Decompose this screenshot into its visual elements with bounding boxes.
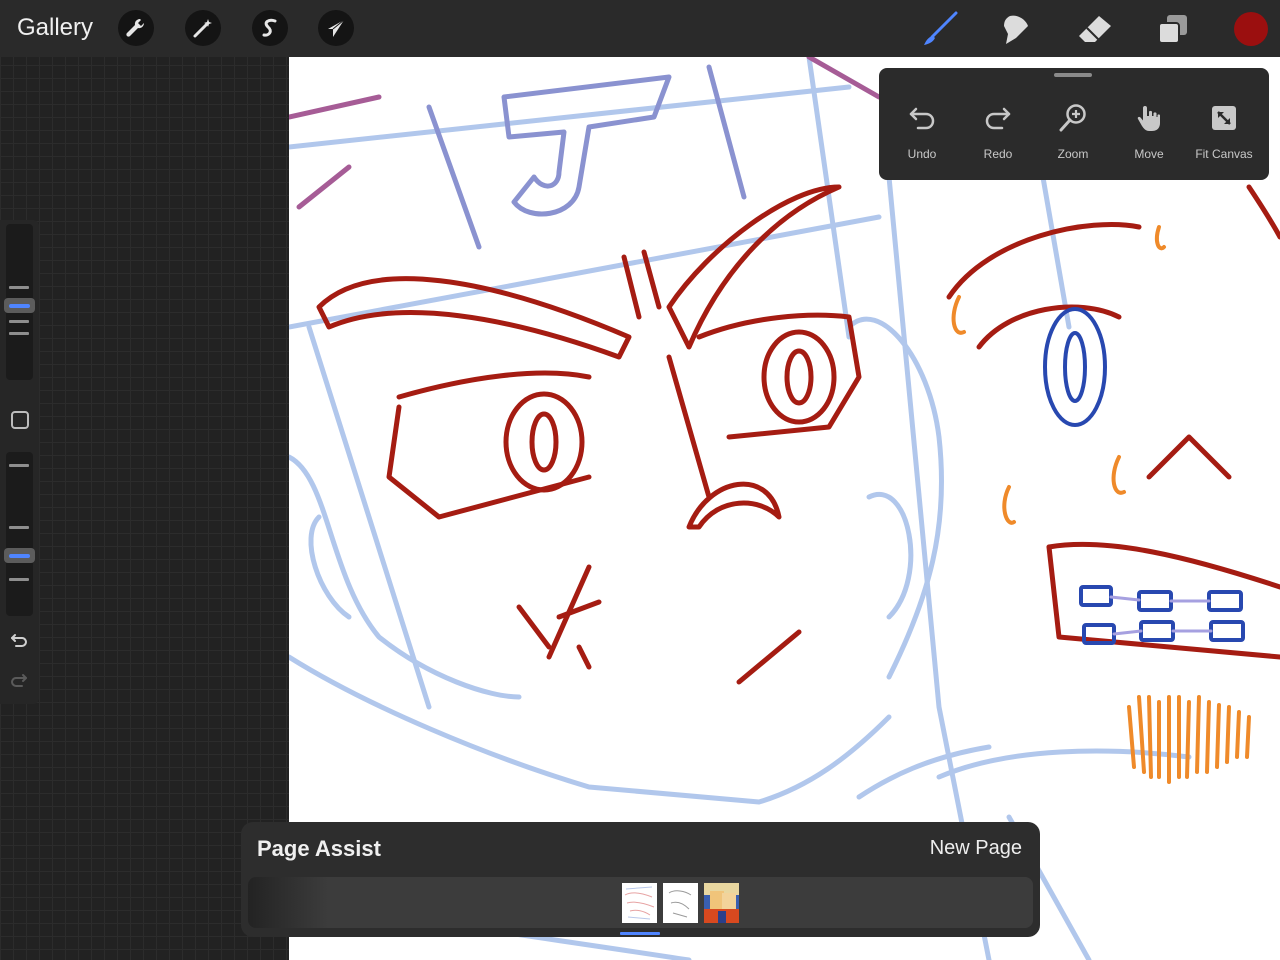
page-thumbnail-image (624, 886, 655, 920)
color-picker-button[interactable] (1234, 12, 1268, 46)
brush-tool-button[interactable] (920, 10, 960, 48)
opacity-slider[interactable] (6, 452, 33, 616)
selection-s-icon (262, 18, 277, 37)
selected-page-indicator (620, 932, 660, 935)
new-page-button[interactable]: New Page (930, 836, 1022, 860)
redo-icon (985, 107, 1011, 130)
slider-tick (9, 464, 29, 467)
smudge-tool-button[interactable] (997, 10, 1037, 48)
layers-icon (1158, 15, 1187, 44)
top-toolbar: Gallery (0, 0, 1280, 57)
quick-zoom-label: Zoom (1057, 147, 1089, 161)
page-thumbnail-image (668, 890, 692, 918)
quick-undo-label: Undo (907, 147, 937, 161)
quick-redo-button[interactable]: Redo (961, 100, 1035, 166)
quick-fit-canvas-button[interactable]: Fit Canvas (1187, 100, 1261, 166)
page-thumbnail-strip (248, 877, 1033, 928)
slider-tick (9, 320, 29, 323)
quick-zoom-button[interactable]: Zoom (1036, 100, 1110, 166)
brush-icon (924, 11, 958, 45)
quick-redo-label: Redo (983, 147, 1013, 161)
left-sidebar (0, 220, 39, 704)
page-assist-panel: Page Assist New Page (241, 822, 1040, 937)
redo-icon[interactable] (10, 672, 28, 688)
transform-button[interactable] (318, 10, 354, 46)
modify-button[interactable] (11, 411, 29, 429)
page-thumbnail-image (704, 883, 739, 923)
quick-fit-canvas-label: Fit Canvas (1195, 147, 1253, 161)
quick-undo-button[interactable]: Undo (885, 100, 959, 166)
slider-tick (9, 526, 29, 529)
hand-icon (1137, 106, 1160, 131)
page-thumbnail-3[interactable] (704, 883, 739, 923)
page-thumbnail-1[interactable] (622, 883, 657, 923)
slider-tick (9, 286, 29, 289)
arrow-cursor-icon (328, 19, 345, 37)
adjustments-button[interactable] (185, 10, 221, 46)
smudge-icon (1004, 15, 1028, 44)
actions-button[interactable] (118, 10, 154, 46)
gallery-button[interactable]: Gallery (17, 13, 93, 43)
undo-icon[interactable] (10, 632, 28, 648)
eraser-tool-button[interactable] (1075, 10, 1115, 48)
popover-grabber[interactable] (1054, 73, 1092, 77)
layers-button[interactable] (1153, 10, 1193, 48)
brush-size-thumb[interactable] (4, 298, 35, 313)
undo-icon (909, 107, 935, 130)
zoom-icon (1059, 104, 1086, 132)
opacity-thumb[interactable] (4, 548, 35, 563)
quick-move-label: Move (1134, 147, 1164, 161)
selection-button[interactable] (252, 10, 288, 46)
slider-tick (9, 332, 29, 335)
fit-canvas-icon (1212, 106, 1236, 130)
page-thumbnail-2[interactable] (663, 883, 698, 923)
slider-tick (9, 578, 29, 581)
quick-move-button[interactable]: Move (1112, 100, 1186, 166)
quick-menu-popover: Undo Redo Zoom Move Fit Canvas (879, 68, 1269, 180)
wrench-icon (126, 18, 145, 37)
eraser-icon (1079, 16, 1111, 42)
magic-wand-icon (193, 19, 212, 38)
page-assist-title: Page Assist (257, 836, 381, 861)
